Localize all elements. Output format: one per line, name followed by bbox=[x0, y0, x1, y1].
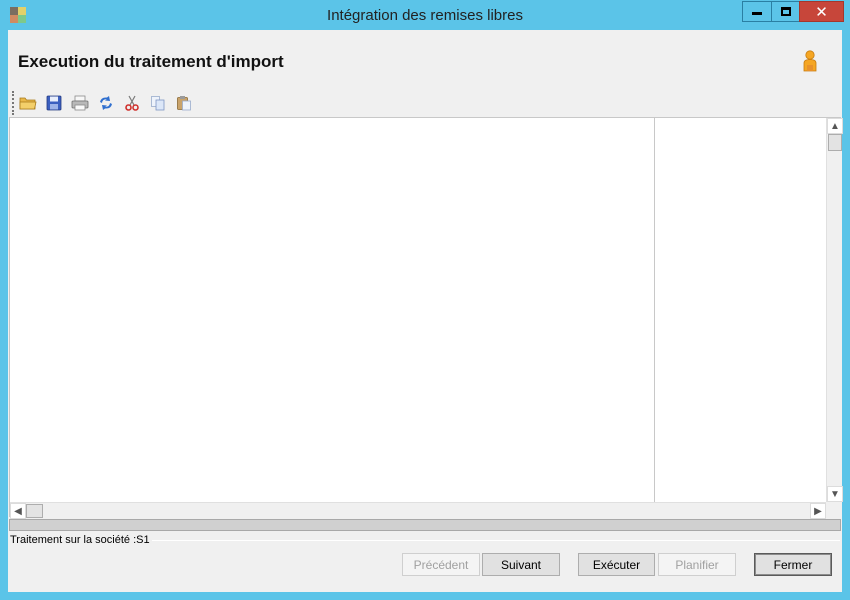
maximize-button[interactable] bbox=[771, 1, 800, 22]
refresh-button[interactable] bbox=[96, 93, 116, 113]
progress-bar bbox=[9, 519, 841, 531]
scroll-right-icon[interactable]: ▶ bbox=[810, 503, 826, 519]
client-area: Execution du traitement d'import ▲ ▼ ◀ ▶… bbox=[8, 30, 843, 592]
copy-button[interactable] bbox=[148, 93, 168, 113]
toolbar-grip[interactable] bbox=[12, 91, 14, 115]
close-button[interactable]: Fermer bbox=[754, 553, 832, 576]
close-icon: ✕ bbox=[815, 2, 828, 21]
page-title: Execution du traitement d'import bbox=[18, 52, 284, 71]
close-window-button[interactable]: ✕ bbox=[799, 1, 844, 22]
maximize-icon bbox=[780, 7, 791, 16]
title-bar[interactable]: Intégration des remises libres ✕ bbox=[0, 0, 850, 30]
previous-button[interactable]: Précédent bbox=[402, 553, 480, 576]
print-button[interactable] bbox=[70, 93, 90, 113]
save-icon bbox=[46, 95, 62, 111]
paste-icon bbox=[177, 96, 191, 111]
application-window: Intégration des remises libres ✕ Executi… bbox=[0, 0, 850, 600]
schedule-button[interactable]: Planifier bbox=[658, 553, 736, 576]
scroll-left-icon[interactable]: ◀ bbox=[10, 503, 26, 519]
print-icon bbox=[71, 95, 89, 111]
next-button[interactable]: Suivant bbox=[482, 553, 560, 576]
horizontal-scroll-thumb[interactable] bbox=[26, 504, 43, 518]
scroll-down-icon[interactable]: ▼ bbox=[827, 486, 843, 502]
open-folder-button[interactable] bbox=[18, 93, 38, 113]
cut-button[interactable] bbox=[122, 93, 142, 113]
user-icon[interactable] bbox=[800, 50, 820, 72]
save-button[interactable] bbox=[44, 93, 64, 113]
refresh-icon bbox=[100, 96, 112, 110]
minimize-button[interactable] bbox=[742, 1, 772, 22]
window-title: Intégration des remises libres bbox=[327, 7, 523, 24]
toolbar bbox=[8, 89, 842, 117]
minimize-icon bbox=[752, 12, 762, 15]
detail-pane[interactable] bbox=[656, 118, 826, 502]
status-divider bbox=[151, 539, 840, 541]
content-area: ▲ ▼ ◀ ▶ bbox=[9, 117, 843, 519]
paste-button[interactable] bbox=[174, 93, 194, 113]
open-folder-icon bbox=[19, 97, 37, 110]
scroll-corner bbox=[826, 502, 842, 518]
cut-icon bbox=[125, 95, 139, 111]
execute-button[interactable]: Exécuter bbox=[578, 553, 655, 576]
horizontal-scrollbar[interactable]: ◀ ▶ bbox=[10, 502, 826, 519]
vertical-scrollbar[interactable]: ▲ ▼ bbox=[826, 118, 843, 502]
status-text: Traitement sur la société :S1 bbox=[10, 534, 150, 546]
scroll-up-icon[interactable]: ▲ bbox=[827, 118, 843, 134]
log-pane[interactable] bbox=[10, 118, 655, 502]
status-bar: Traitement sur la société :S1 bbox=[10, 533, 840, 547]
copy-icon bbox=[151, 96, 165, 111]
vertical-scroll-thumb[interactable] bbox=[828, 134, 842, 151]
